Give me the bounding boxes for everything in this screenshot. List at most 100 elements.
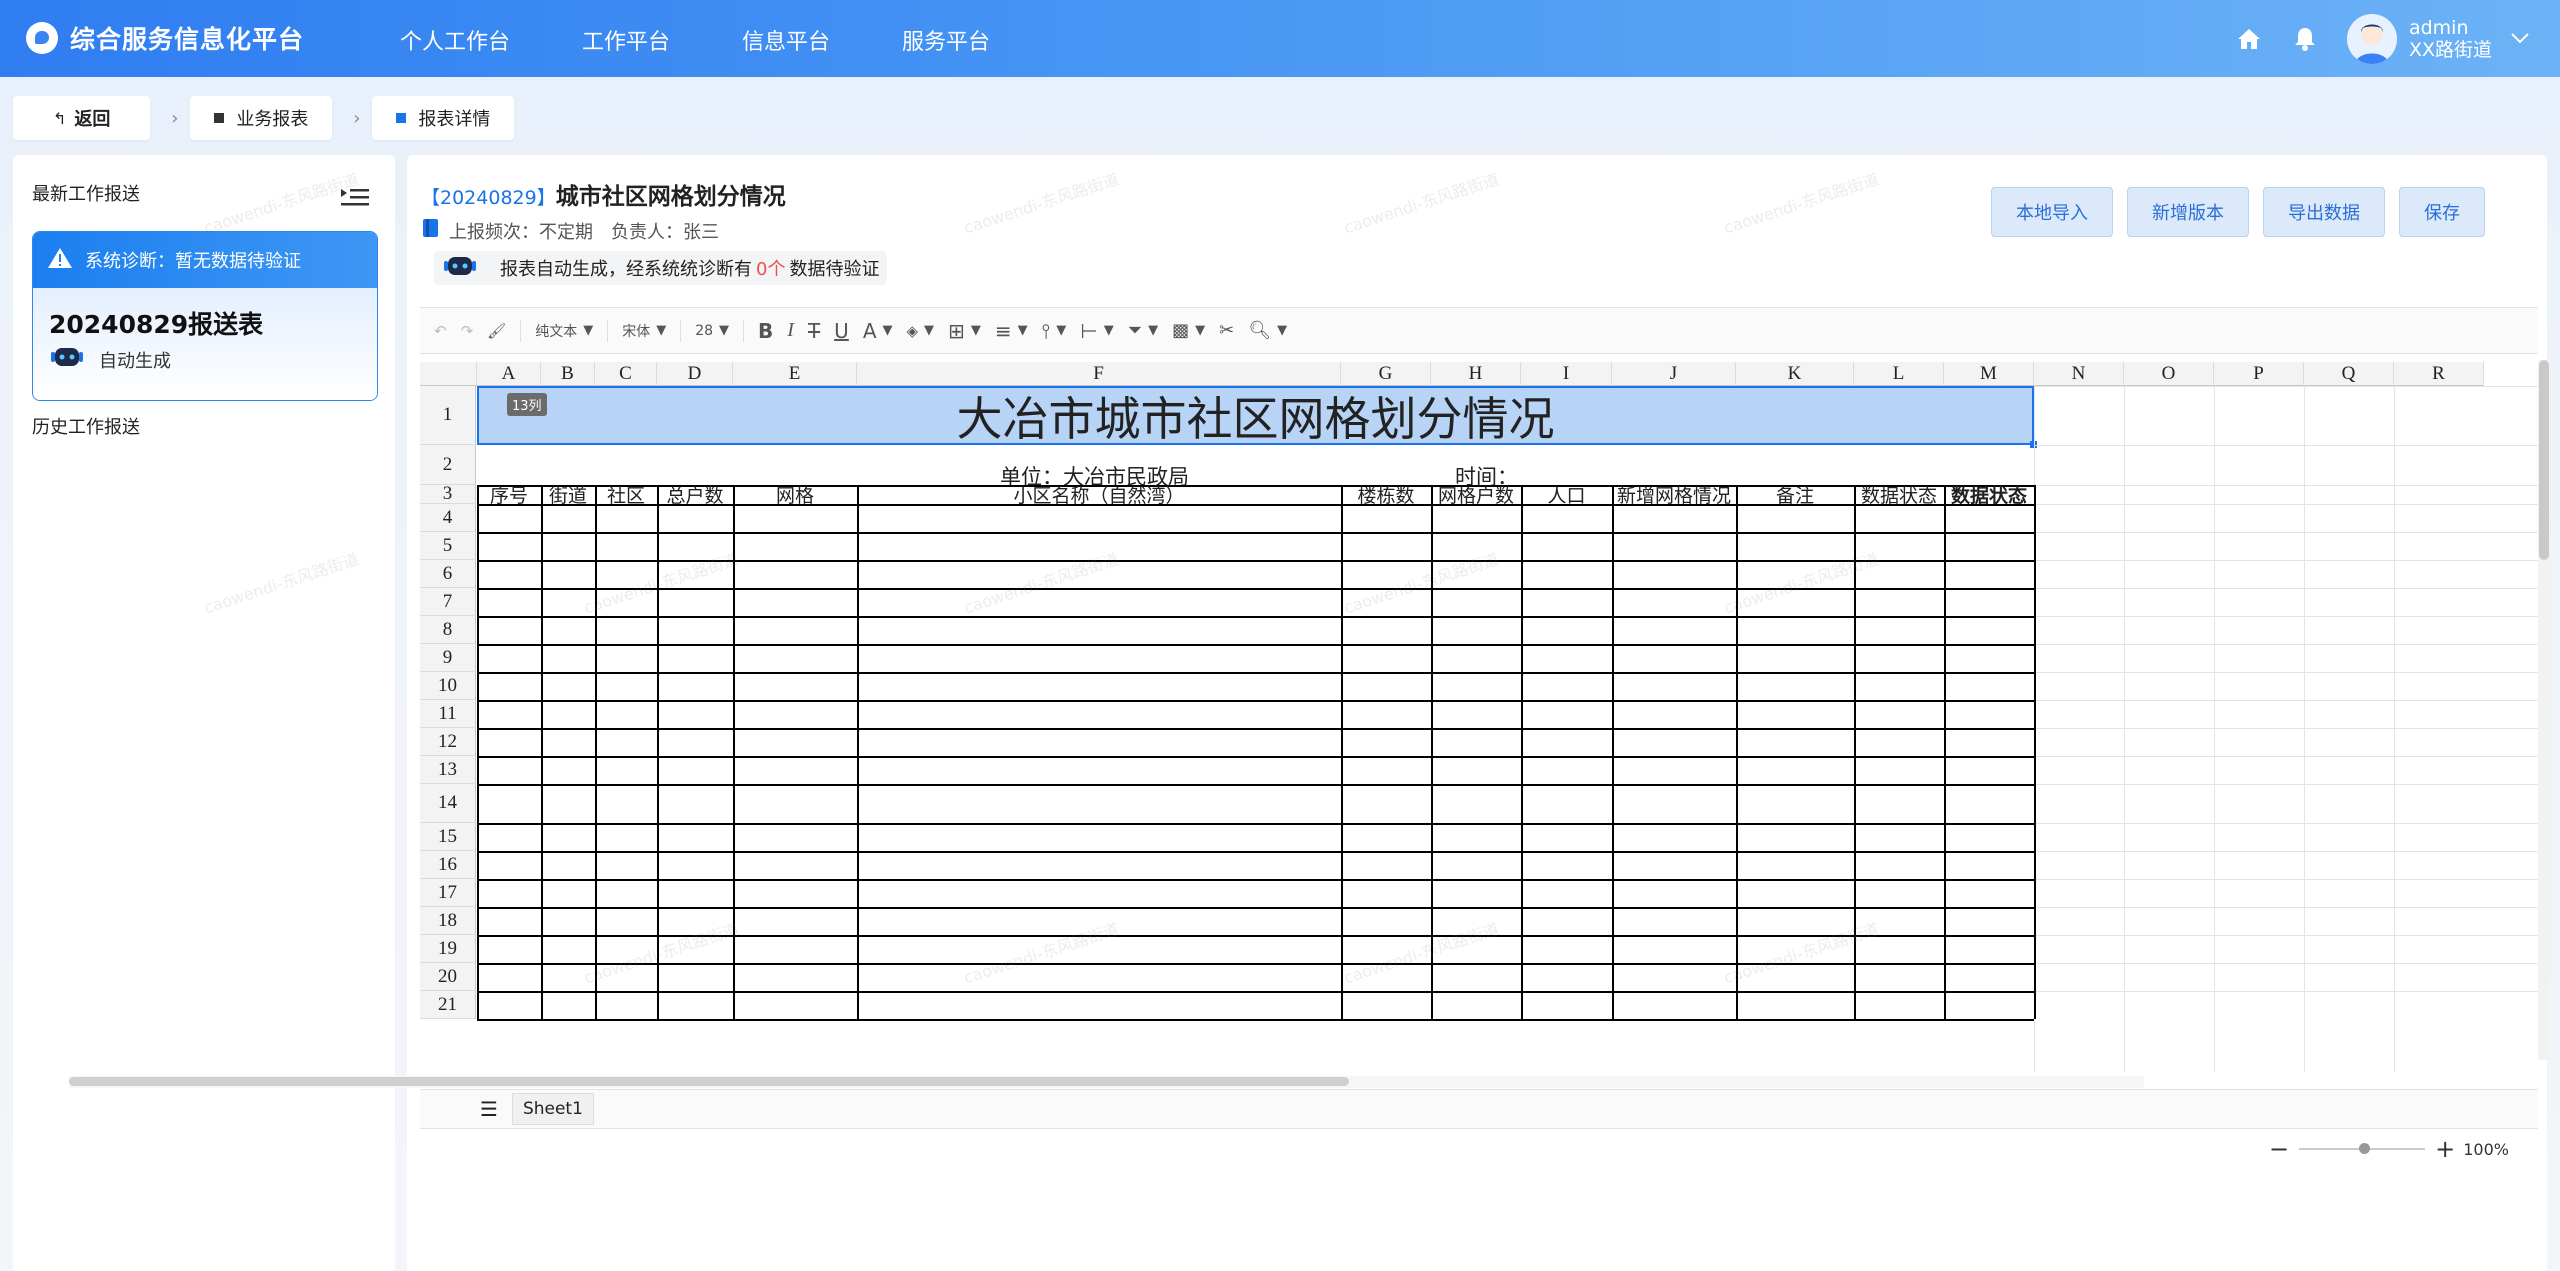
row-header[interactable]: 14 <box>420 784 476 823</box>
row-header[interactable]: 1 <box>420 386 476 445</box>
scissors-icon[interactable]: ✂ <box>1219 315 1234 347</box>
fill-color-icon[interactable]: ◈ ▼ <box>907 315 935 347</box>
import-local-button[interactable]: 本地导入 <box>1991 187 2113 237</box>
column-header[interactable]: I <box>1521 362 1612 386</box>
column-header[interactable]: C <box>595 362 657 386</box>
row-header[interactable]: 5 <box>420 532 476 560</box>
column-header[interactable]: P <box>2214 362 2304 386</box>
table-header-cell[interactable]: 备注 <box>1736 485 1854 507</box>
sheet-title-cell[interactable]: 大冶市城市社区网格划分情况 <box>477 386 2034 445</box>
bold-icon[interactable]: B <box>758 315 773 347</box>
font-size-select[interactable]: 28 ▼ <box>695 315 729 347</box>
column-header[interactable]: E <box>733 362 857 386</box>
back-button[interactable]: ↰ 返回 › <box>13 96 178 140</box>
column-header[interactable]: G <box>1341 362 1431 386</box>
save-button[interactable]: 保存 <box>2399 187 2485 237</box>
nav-personal-workbench[interactable]: 个人工作台 <box>400 24 510 56</box>
column-header[interactable]: L <box>1854 362 1944 386</box>
row-header[interactable]: 13 <box>420 756 476 784</box>
column-header[interactable]: H <box>1431 362 1521 386</box>
column-header[interactable]: A <box>477 362 541 386</box>
table-header-cell[interactable]: 小区名称（自然湾） <box>857 485 1341 507</box>
italic-icon[interactable]: I <box>787 315 794 347</box>
conditional-format-icon[interactable]: ▩ ▼ <box>1172 315 1205 347</box>
row-header[interactable]: 12 <box>420 728 476 756</box>
underline-icon[interactable]: U <box>834 315 849 347</box>
table-header-cell[interactable]: 序号 <box>477 485 541 507</box>
row-header[interactable]: 21 <box>420 991 476 1019</box>
column-header[interactable]: J <box>1612 362 1736 386</box>
column-header[interactable]: R <box>2394 362 2484 386</box>
search-icon[interactable]: 🔍︎ ▼ <box>1248 315 1287 347</box>
breadcrumb-item-business-report[interactable]: 业务报表 › <box>190 96 360 140</box>
home-icon[interactable] <box>2235 25 2263 53</box>
row-header[interactable]: 3 <box>420 483 476 504</box>
spreadsheet-grid[interactable]: 大冶市城市社区网格划分情况 13列 单位：大冶市民政局 时间： ABCDEFGH… <box>420 362 2538 1072</box>
brand[interactable]: 综合服务信息化平台 <box>26 20 304 56</box>
row-header[interactable]: 19 <box>420 935 476 963</box>
font-color-icon[interactable]: A ▼ <box>863 315 893 347</box>
table-header-cell[interactable]: 网格户数 <box>1431 485 1521 507</box>
table-header-cell[interactable]: 网格 <box>733 485 857 507</box>
row-header[interactable]: 20 <box>420 963 476 991</box>
table-header-cell[interactable]: 社区 <box>595 485 657 507</box>
row-header[interactable]: 15 <box>420 823 476 851</box>
row-header[interactable]: 16 <box>420 851 476 879</box>
bell-icon[interactable] <box>2291 25 2319 53</box>
column-header[interactable]: F <box>857 362 1341 386</box>
sheet-list-icon[interactable]: ☰ <box>480 1097 498 1121</box>
row-header[interactable]: 17 <box>420 879 476 907</box>
redo-icon[interactable]: ↷ <box>461 315 474 347</box>
vertical-scrollbar[interactable] <box>2538 360 2550 1060</box>
column-header[interactable]: D <box>657 362 733 386</box>
column-header[interactable]: Q <box>2304 362 2394 386</box>
column-header[interactable]: K <box>1736 362 1854 386</box>
zoom-slider[interactable] <box>2299 1143 2426 1154</box>
breadcrumb-item-report-detail[interactable]: 报表详情 <box>372 96 515 140</box>
table-header-cell[interactable]: 数据状态 <box>1854 485 1944 507</box>
undo-icon[interactable]: ↶ <box>434 315 447 347</box>
table-header-cell[interactable]: 街道 <box>541 485 595 507</box>
horizontal-scrollbar[interactable] <box>69 1076 2144 1088</box>
table-header-cell[interactable]: 数据状态 <box>1944 485 2034 507</box>
table-header-cell[interactable]: 新增网格情况 <box>1612 485 1736 507</box>
filter-icon[interactable]: ⏷ ▼ <box>1128 315 1158 347</box>
row-header[interactable]: 2 <box>420 445 476 485</box>
column-header[interactable]: O <box>2124 362 2214 386</box>
sheet-tab-sheet1[interactable]: Sheet1 <box>511 1093 594 1125</box>
nav-work-platform[interactable]: 工作平台 <box>582 24 670 56</box>
border-icon[interactable]: ⊞ ▼ <box>948 315 981 347</box>
nav-service-platform[interactable]: 服务平台 <box>902 24 990 56</box>
column-header[interactable]: B <box>541 362 595 386</box>
format-painter-icon[interactable]: 🖌 <box>487 315 506 347</box>
vertical-align-icon[interactable]: ⫯ ▼ <box>1042 315 1067 347</box>
text-format-select[interactable]: 纯文本 ▼ <box>535 315 593 347</box>
table-header-cell[interactable]: 总户数 <box>657 485 733 507</box>
row-header[interactable]: 7 <box>420 588 476 616</box>
row-header[interactable]: 9 <box>420 644 476 672</box>
horizontal-align-icon[interactable]: ≡ ▼ <box>995 315 1028 347</box>
row-header[interactable]: 11 <box>420 700 476 728</box>
row-header[interactable]: 8 <box>420 616 476 644</box>
nav-info-platform[interactable]: 信息平台 <box>742 24 830 56</box>
history-report-heading[interactable]: 历史工作报送 <box>32 413 140 439</box>
user-info[interactable]: admin XX路街道 <box>2409 17 2492 61</box>
column-header[interactable]: M <box>1944 362 2034 386</box>
zoom-out-icon[interactable]: − <box>2269 1135 2289 1163</box>
table-header-cell[interactable]: 人口 <box>1521 485 1612 507</box>
export-data-button[interactable]: 导出数据 <box>2263 187 2385 237</box>
merge-cells-icon[interactable]: ⊢ ▼ <box>1080 315 1113 347</box>
column-header[interactable]: N <box>2034 362 2124 386</box>
row-header[interactable]: 6 <box>420 560 476 588</box>
row-header[interactable]: 18 <box>420 907 476 935</box>
select-all-corner[interactable] <box>420 362 477 386</box>
row-header[interactable]: 4 <box>420 504 476 532</box>
row-header[interactable]: 10 <box>420 672 476 700</box>
chevron-down-icon[interactable] <box>2510 30 2530 49</box>
avatar[interactable] <box>2346 14 2397 64</box>
zoom-in-icon[interactable]: + <box>2435 1135 2455 1163</box>
font-family-select[interactable]: 宋体 ▼ <box>622 315 666 347</box>
latest-report-card[interactable]: 系统诊断：暂无数据待验证 20240829报送表 自动生成 <box>32 231 378 401</box>
collapse-menu-icon[interactable] <box>340 186 370 210</box>
table-header-cell[interactable]: 楼栋数 <box>1341 485 1431 507</box>
